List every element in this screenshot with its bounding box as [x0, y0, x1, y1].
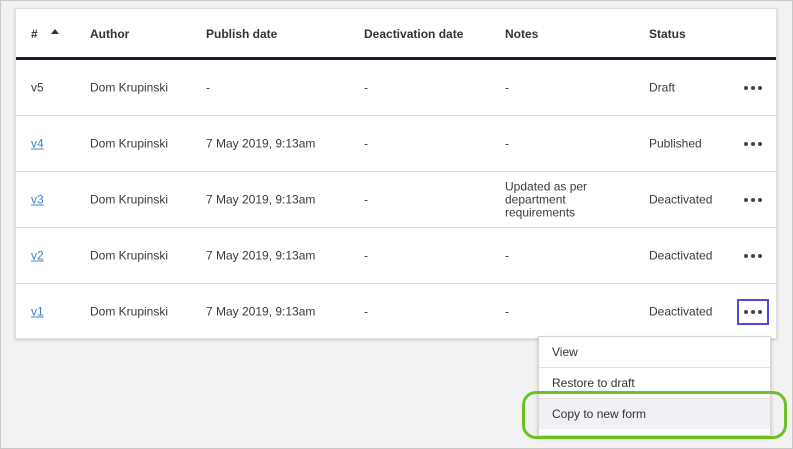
table-row: v4 Dom Krupinski 7 May 2019, 9:13am - - … — [16, 116, 776, 172]
author-cell: Dom Krupinski — [90, 192, 169, 206]
table-row: v5 Dom Krupinski - - - Draft — [16, 60, 776, 116]
more-actions-button[interactable] — [737, 75, 769, 101]
table-row: v1 Dom Krupinski 7 May 2019, 9:13am - - … — [16, 284, 776, 340]
more-horizontal-icon — [744, 310, 762, 314]
form-versions-table: # Author Publish date Deactivation date … — [15, 8, 777, 339]
notes-cell: Updated as per department requirements — [505, 179, 588, 219]
publish-date-cell: 7 May 2019, 9:13am — [206, 248, 316, 262]
more-horizontal-icon — [744, 85, 762, 90]
table-row: v2 Dom Krupinski 7 May 2019, 9:13am - - … — [16, 228, 776, 284]
deactivation-date-cell: - — [364, 80, 368, 94]
row-actions-menu: View Restore to draft Copy to new form — [538, 336, 771, 436]
more-horizontal-icon — [744, 141, 762, 146]
deactivation-date-cell: - — [364, 136, 368, 150]
version-link[interactable]: v4 — [31, 137, 44, 150]
version-label: v5 — [31, 80, 44, 94]
author-cell: Dom Krupinski — [90, 136, 169, 150]
deactivation-date-cell: - — [364, 304, 368, 319]
publish-date-cell: 7 May 2019, 9:13am — [206, 304, 316, 319]
deactivation-date-cell: - — [364, 248, 368, 262]
more-horizontal-icon — [744, 197, 762, 202]
version-link[interactable]: v1 — [31, 305, 44, 319]
menu-item-restore-to-draft[interactable]: Restore to draft — [539, 368, 770, 398]
author-cell: Dom Krupinski — [90, 248, 169, 262]
sort-ascending-icon[interactable] — [51, 29, 59, 34]
more-horizontal-icon — [744, 253, 762, 258]
status-cell: Draft — [649, 80, 676, 94]
author-cell: Dom Krupinski — [90, 304, 169, 319]
publish-date-cell: - — [206, 80, 210, 94]
menu-item-copy-to-new-form[interactable]: Copy to new form — [539, 399, 770, 429]
column-header-notes: Notes — [505, 27, 539, 41]
status-cell: Deactivated — [649, 248, 713, 262]
publish-date-cell: 7 May 2019, 9:13am — [206, 192, 316, 206]
more-actions-button[interactable] — [737, 243, 769, 269]
column-header-deactivation-date: Deactivation date — [364, 27, 464, 41]
notes-cell: - — [505, 304, 509, 319]
status-cell: Deactivated — [649, 304, 713, 319]
column-header-status: Status — [649, 27, 686, 41]
column-header-publish-date: Publish date — [206, 27, 278, 41]
version-link[interactable]: v2 — [31, 249, 44, 262]
publish-date-cell: 7 May 2019, 9:13am — [206, 136, 316, 150]
more-actions-button[interactable] — [737, 187, 769, 213]
table-row: v3 Dom Krupinski 7 May 2019, 9:13am - Up… — [16, 172, 776, 228]
column-header-version[interactable]: # — [31, 27, 38, 41]
status-cell: Published — [649, 136, 702, 150]
author-cell: Dom Krupinski — [90, 80, 169, 94]
version-link[interactable]: v3 — [31, 193, 44, 206]
more-actions-button[interactable] — [737, 131, 769, 157]
column-header-author: Author — [90, 27, 130, 41]
table-header: # Author Publish date Deactivation date … — [16, 9, 776, 60]
deactivation-date-cell: - — [364, 192, 368, 206]
menu-item-view[interactable]: View — [539, 337, 770, 367]
more-actions-button-active[interactable] — [737, 299, 769, 325]
status-cell: Deactivated — [649, 192, 713, 206]
notes-cell: - — [505, 248, 509, 262]
notes-cell: - — [505, 80, 509, 94]
notes-cell: - — [505, 136, 509, 150]
